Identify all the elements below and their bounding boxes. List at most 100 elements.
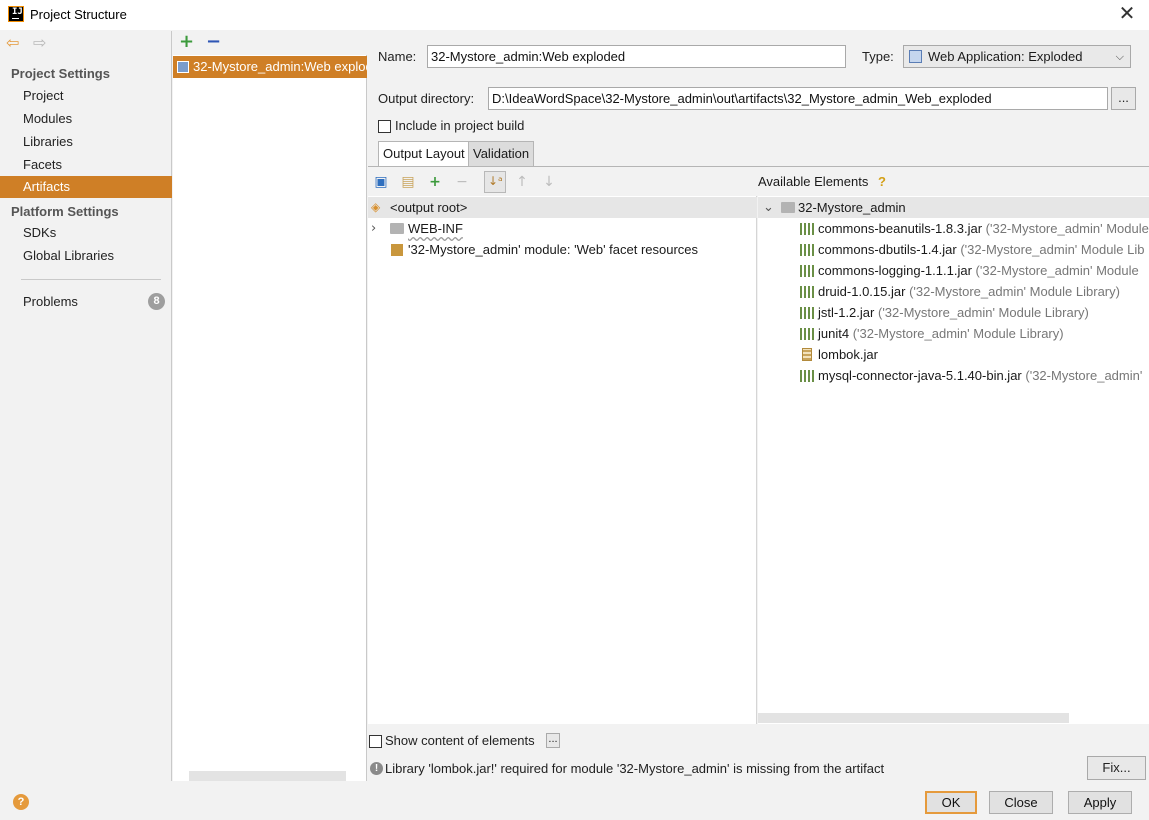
forward-arrow-icon[interactable]: ⇨ [33, 35, 49, 51]
library-name: commons-dbutils-1.4.jar [818, 242, 957, 257]
available-elements-header: Available Elements ? [758, 168, 1149, 196]
problems-count-badge: 8 [148, 293, 165, 310]
available-element-row[interactable]: commons-beanutils-1.8.3.jar ('32-Mystore… [800, 218, 1149, 239]
chevron-down-icon: ⌵ [1115, 50, 1124, 63]
artifact-list-item[interactable]: 32-Mystore_admin:Web exploded [173, 56, 367, 78]
library-name: commons-logging-1.1.1.jar [818, 263, 972, 278]
create-directory-icon[interactable]: ▣ [373, 174, 389, 190]
remove-artifact-button[interactable]: − [206, 31, 221, 52]
tree-row-facet-resources[interactable]: '32-Mystore_admin' module: 'Web' facet r… [368, 239, 757, 260]
artifact-list-item-label: 32-Mystore_admin:Web exploded [193, 59, 367, 74]
dialog-footer: ? OK Close Apply [0, 781, 1149, 820]
expand-chevron-icon[interactable]: › [371, 218, 376, 239]
type-label: Type: [862, 49, 894, 64]
sort-elements-button[interactable]: ↓ᵃ [484, 171, 506, 193]
available-element-row[interactable]: commons-logging-1.1.1.jar ('32-Mystore_a… [800, 260, 1139, 281]
artifact-list-scrollbar[interactable] [189, 771, 346, 781]
sidebar-item-modules[interactable]: Modules [0, 108, 172, 130]
facet-resources-label: '32-Mystore_admin' module: 'Web' facet r… [408, 242, 699, 257]
output-layout-tree: ▣ ▤ + − ↓ᵃ ↑ ↓ ◈ <output root> › WEB-INF… [368, 168, 757, 724]
web-inf-label: WEB-INF [408, 221, 463, 236]
add-artifact-button[interactable]: + [179, 31, 194, 52]
available-elements-scrollbar[interactable] [758, 713, 1069, 723]
sidebar-item-global-libraries[interactable]: Global Libraries [0, 245, 172, 267]
available-root-node[interactable]: ⌄ 32-Mystore_admin [758, 197, 1149, 218]
sidebar-item-sdks[interactable]: SDKs [0, 222, 172, 244]
module-folder-icon [781, 202, 795, 213]
artifact-type-value: Web Application: Exploded [928, 49, 1083, 64]
create-archive-icon[interactable]: ▤ [400, 174, 416, 190]
available-element-row[interactable]: junit4 ('32-Mystore_admin' Module Librar… [800, 323, 1064, 344]
tab-validation[interactable]: Validation [468, 141, 535, 166]
available-element-row[interactable]: druid-1.0.15.jar ('32-Mystore_admin' Mod… [800, 281, 1120, 302]
artifact-name-input[interactable]: 32-Mystore_admin:Web exploded [427, 45, 846, 68]
output-root-node[interactable]: ◈ <output root> [368, 197, 757, 218]
library-name: lombok.jar [818, 347, 878, 362]
move-down-icon[interactable]: ↓ [541, 174, 557, 190]
sidebar-item-libraries[interactable]: Libraries [0, 131, 172, 153]
close-window-button[interactable]: ✕ [1115, 2, 1139, 26]
library-note: ('32-Mystore_admin' Module Library) [852, 326, 1064, 341]
artifact-list-toolbar: + − [173, 31, 367, 55]
tree-row-web-inf[interactable]: › WEB-INF [368, 218, 757, 239]
library-note: ('32-Mystore_admin' Module Library) [877, 305, 1089, 320]
remove-element-icon[interactable]: − [454, 174, 470, 190]
move-up-icon[interactable]: ↑ [514, 174, 530, 190]
sort-az-icon: ↓ᵃ [488, 174, 503, 188]
output-root-label: <output root> [390, 200, 468, 215]
missing-library-warning: Library 'lombok.jar!' required for modul… [385, 761, 885, 776]
library-icon [800, 328, 814, 340]
available-element-row[interactable]: commons-dbutils-1.4.jar ('32-Mystore_adm… [800, 239, 1145, 260]
available-element-row[interactable]: lombok.jar [800, 344, 878, 365]
show-content-label: Show content of elements [385, 733, 535, 748]
help-icon[interactable]: ? [878, 174, 886, 189]
output-root-icon: ◈ [371, 200, 381, 214]
platform-settings-header: Platform Settings [11, 204, 119, 219]
close-button[interactable]: Close [989, 791, 1053, 814]
web-artifact-icon [177, 61, 189, 73]
output-layout-toolbar: ▣ ▤ + − ↓ᵃ ↑ ↓ [368, 168, 757, 196]
collapse-chevron-icon[interactable]: ⌄ [763, 197, 774, 218]
name-label: Name: [378, 49, 417, 64]
tab-output-layout[interactable]: Output Layout [378, 141, 470, 166]
window-title: Project Structure [30, 7, 127, 22]
library-name: druid-1.0.15.jar [818, 284, 906, 299]
output-directory-label: Output directory: [378, 91, 475, 106]
library-icon [800, 244, 814, 256]
available-element-row[interactable]: mysql-connector-java-5.1.40-bin.jar ('32… [800, 365, 1142, 386]
library-note: ('32-Mystore_admin' Module [985, 221, 1149, 236]
title-bar: IJ Project Structure ✕ [0, 0, 1149, 30]
project-settings-header: Project Settings [11, 66, 110, 81]
add-copy-icon[interactable]: + [427, 174, 443, 190]
sidebar-item-problems[interactable]: Problems [0, 291, 172, 313]
artifact-list-panel: + − 32-Mystore_admin:Web exploded [173, 31, 367, 781]
show-content-checkbox[interactable] [369, 735, 382, 748]
back-arrow-icon[interactable]: ⇦ [6, 35, 22, 51]
library-icon [800, 286, 814, 298]
fix-button[interactable]: Fix... [1087, 756, 1146, 780]
module-resources-icon [391, 244, 403, 256]
show-content-options-button[interactable]: ... [546, 733, 560, 748]
intellij-app-icon: IJ [8, 6, 24, 22]
library-name: mysql-connector-java-5.1.40-bin.jar [818, 368, 1022, 383]
sidebar-item-artifacts[interactable]: Artifacts [0, 176, 172, 198]
settings-sidebar: ⇦ ⇨ Project Settings Project Modules Lib… [0, 31, 172, 781]
help-icon[interactable]: ? [13, 794, 29, 810]
available-element-row[interactable]: jstl-1.2.jar ('32-Mystore_admin' Module … [800, 302, 1089, 323]
output-directory-input[interactable]: D:\IdeaWordSpace\32-Mystore_admin\out\ar… [488, 87, 1108, 110]
available-elements-title: Available Elements [758, 174, 869, 189]
warning-icon: ! [370, 762, 383, 775]
jar-file-icon [802, 348, 812, 361]
available-root-label: 32-Mystore_admin [798, 200, 906, 215]
apply-button[interactable]: Apply [1068, 791, 1132, 814]
sidebar-item-facets[interactable]: Facets [0, 154, 172, 176]
artifact-settings-panel: Name: 32-Mystore_admin:Web exploded Type… [368, 31, 1149, 781]
library-note: ('32-Mystore_admin' Module Lib [960, 242, 1145, 257]
include-in-build-checkbox[interactable] [378, 120, 391, 133]
artifact-type-select[interactable]: Web Application: Exploded ⌵ [903, 45, 1131, 68]
web-application-icon [909, 50, 922, 63]
browse-output-directory-button[interactable]: ... [1111, 87, 1136, 110]
library-note: ('32-Mystore_admin' [1025, 368, 1143, 383]
ok-button[interactable]: OK [925, 791, 977, 814]
sidebar-item-project[interactable]: Project [0, 85, 172, 107]
